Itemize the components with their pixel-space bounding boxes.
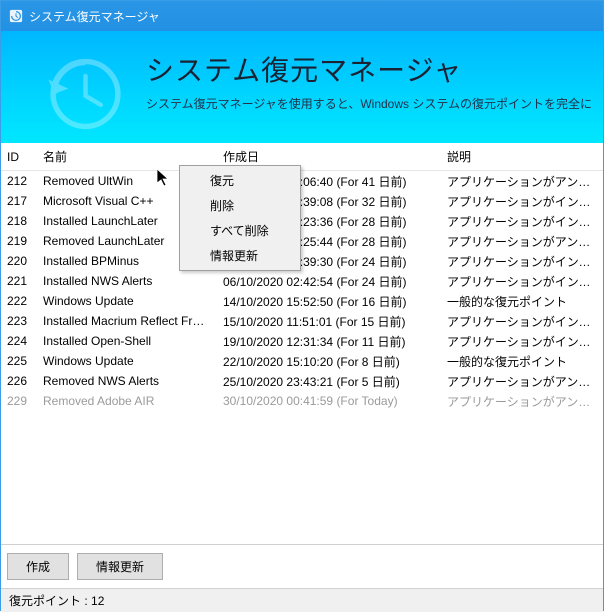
- status-bar: 復元ポイント : 12: [1, 588, 603, 612]
- cell-name: Installed NWS Alerts: [37, 271, 217, 291]
- cell-desc: アプリケーションがアンインストー: [441, 171, 603, 192]
- app-icon: [9, 9, 23, 23]
- cell-id: 218: [1, 211, 37, 231]
- cell-name: Windows Update: [37, 291, 217, 311]
- cell-desc: アプリケーションがインストールさ: [441, 211, 603, 231]
- bottom-toolbar: 作成 情報更新: [1, 544, 603, 588]
- cell-id: 225: [1, 351, 37, 371]
- ctx-refresh[interactable]: 情報更新: [182, 243, 298, 268]
- cell-id: 212: [1, 171, 37, 192]
- table-row[interactable]: 224Installed Open-Shell19/10/2020 12:31:…: [1, 331, 603, 351]
- cell-date: 06/10/2020 02:42:54 (For 24 日前): [217, 271, 441, 291]
- cell-name: Removed Adobe AIR: [37, 391, 217, 411]
- cell-name: Installed Macrium Reflect Free E...: [37, 311, 217, 331]
- cell-id: 224: [1, 331, 37, 351]
- table-header-row[interactable]: ID 名前 作成日 説明: [1, 143, 603, 171]
- col-header-id[interactable]: ID: [1, 143, 37, 171]
- cell-date: 15/10/2020 11:51:01 (For 15 日前): [217, 311, 441, 331]
- cell-desc: アプリケーションがアンインストー: [441, 391, 603, 411]
- cell-desc: アプリケーションがインストールさ: [441, 191, 603, 211]
- cell-id: 221: [1, 271, 37, 291]
- ctx-restore[interactable]: 復元: [182, 168, 298, 193]
- create-button[interactable]: 作成: [7, 553, 69, 580]
- cell-name: Installed Open-Shell: [37, 331, 217, 351]
- restore-clock-icon: [36, 49, 126, 139]
- cell-id: 223: [1, 311, 37, 331]
- cell-desc: アプリケーションがインストールさ: [441, 251, 603, 271]
- banner-subtitle: システム復元マネージャを使用すると、Windows システムの復元ポイントを完全…: [146, 95, 603, 112]
- ctx-delete-all[interactable]: すべて削除: [182, 218, 298, 243]
- titlebar[interactable]: システム復元マネージャ: [1, 1, 603, 31]
- cell-id: 220: [1, 251, 37, 271]
- table-row[interactable]: 220Installed BPMinus22/10/2020 02:39:30 …: [1, 251, 603, 271]
- cell-name: Removed NWS Alerts: [37, 371, 217, 391]
- banner-title: システム復元マネージャ: [146, 49, 603, 89]
- refresh-button[interactable]: 情報更新: [77, 553, 163, 580]
- cell-id: 229: [1, 391, 37, 411]
- cell-name: Windows Update: [37, 351, 217, 371]
- cell-desc: アプリケーションがインストールさ: [441, 331, 603, 351]
- table-row[interactable]: 229Removed Adobe AIR30/10/2020 00:41:59 …: [1, 391, 603, 411]
- cell-id: 222: [1, 291, 37, 311]
- cell-date: 30/10/2020 00:41:59 (For Today): [217, 391, 441, 411]
- cell-desc: アプリケーションがインストールさ: [441, 311, 603, 331]
- cell-id: 226: [1, 371, 37, 391]
- cell-date: 25/10/2020 23:43:21 (For 5 日前): [217, 371, 441, 391]
- cell-desc: アプリケーションがアンインストー: [441, 231, 603, 251]
- cell-date: 14/10/2020 15:52:50 (For 16 日前): [217, 291, 441, 311]
- table-row[interactable]: 226Removed NWS Alerts25/10/2020 23:43:21…: [1, 371, 603, 391]
- table-row[interactable]: 217Microsoft Visual C++14/10/2020 02:39:…: [1, 191, 603, 211]
- col-header-desc[interactable]: 説明: [441, 143, 603, 171]
- table-row[interactable]: 219Removed LaunchLater18/10/2020 18:25:4…: [1, 231, 603, 251]
- window-title: システム復元マネージャ: [29, 8, 160, 25]
- table-row[interactable]: 223Installed Macrium Reflect Free E...15…: [1, 311, 603, 331]
- status-label: 復元ポイント :: [9, 594, 88, 608]
- cell-desc: アプリケーションがアンインストー: [441, 371, 603, 391]
- cell-desc: 一般的な復元ポイント: [441, 291, 603, 311]
- cell-date: 22/10/2020 15:10:20 (For 8 日前): [217, 351, 441, 371]
- table-row[interactable]: 221Installed NWS Alerts06/10/2020 02:42:…: [1, 271, 603, 291]
- table-row[interactable]: 222Windows Update14/10/2020 15:52:50 (Fo…: [1, 291, 603, 311]
- ctx-delete[interactable]: 削除: [182, 193, 298, 218]
- banner: システム復元マネージャ システム復元マネージャを使用すると、Windows シス…: [1, 31, 603, 143]
- context-menu[interactable]: 復元 削除 すべて削除 情報更新: [179, 165, 301, 271]
- cell-desc: アプリケーションがインストールさ: [441, 271, 603, 291]
- status-count: 12: [91, 594, 104, 608]
- restore-points-table[interactable]: ID 名前 作成日 説明 212Removed UltWin06/10/2020…: [1, 143, 603, 544]
- cell-date: 19/10/2020 12:31:34 (For 11 日前): [217, 331, 441, 351]
- cell-id: 219: [1, 231, 37, 251]
- table-row[interactable]: 212Removed UltWin06/10/2020 02:06:40 (Fo…: [1, 171, 603, 192]
- cell-id: 217: [1, 191, 37, 211]
- table-row[interactable]: 218Installed LaunchLater18/10/2020 18:23…: [1, 211, 603, 231]
- table-row[interactable]: 225Windows Update22/10/2020 15:10:20 (Fo…: [1, 351, 603, 371]
- cell-desc: 一般的な復元ポイント: [441, 351, 603, 371]
